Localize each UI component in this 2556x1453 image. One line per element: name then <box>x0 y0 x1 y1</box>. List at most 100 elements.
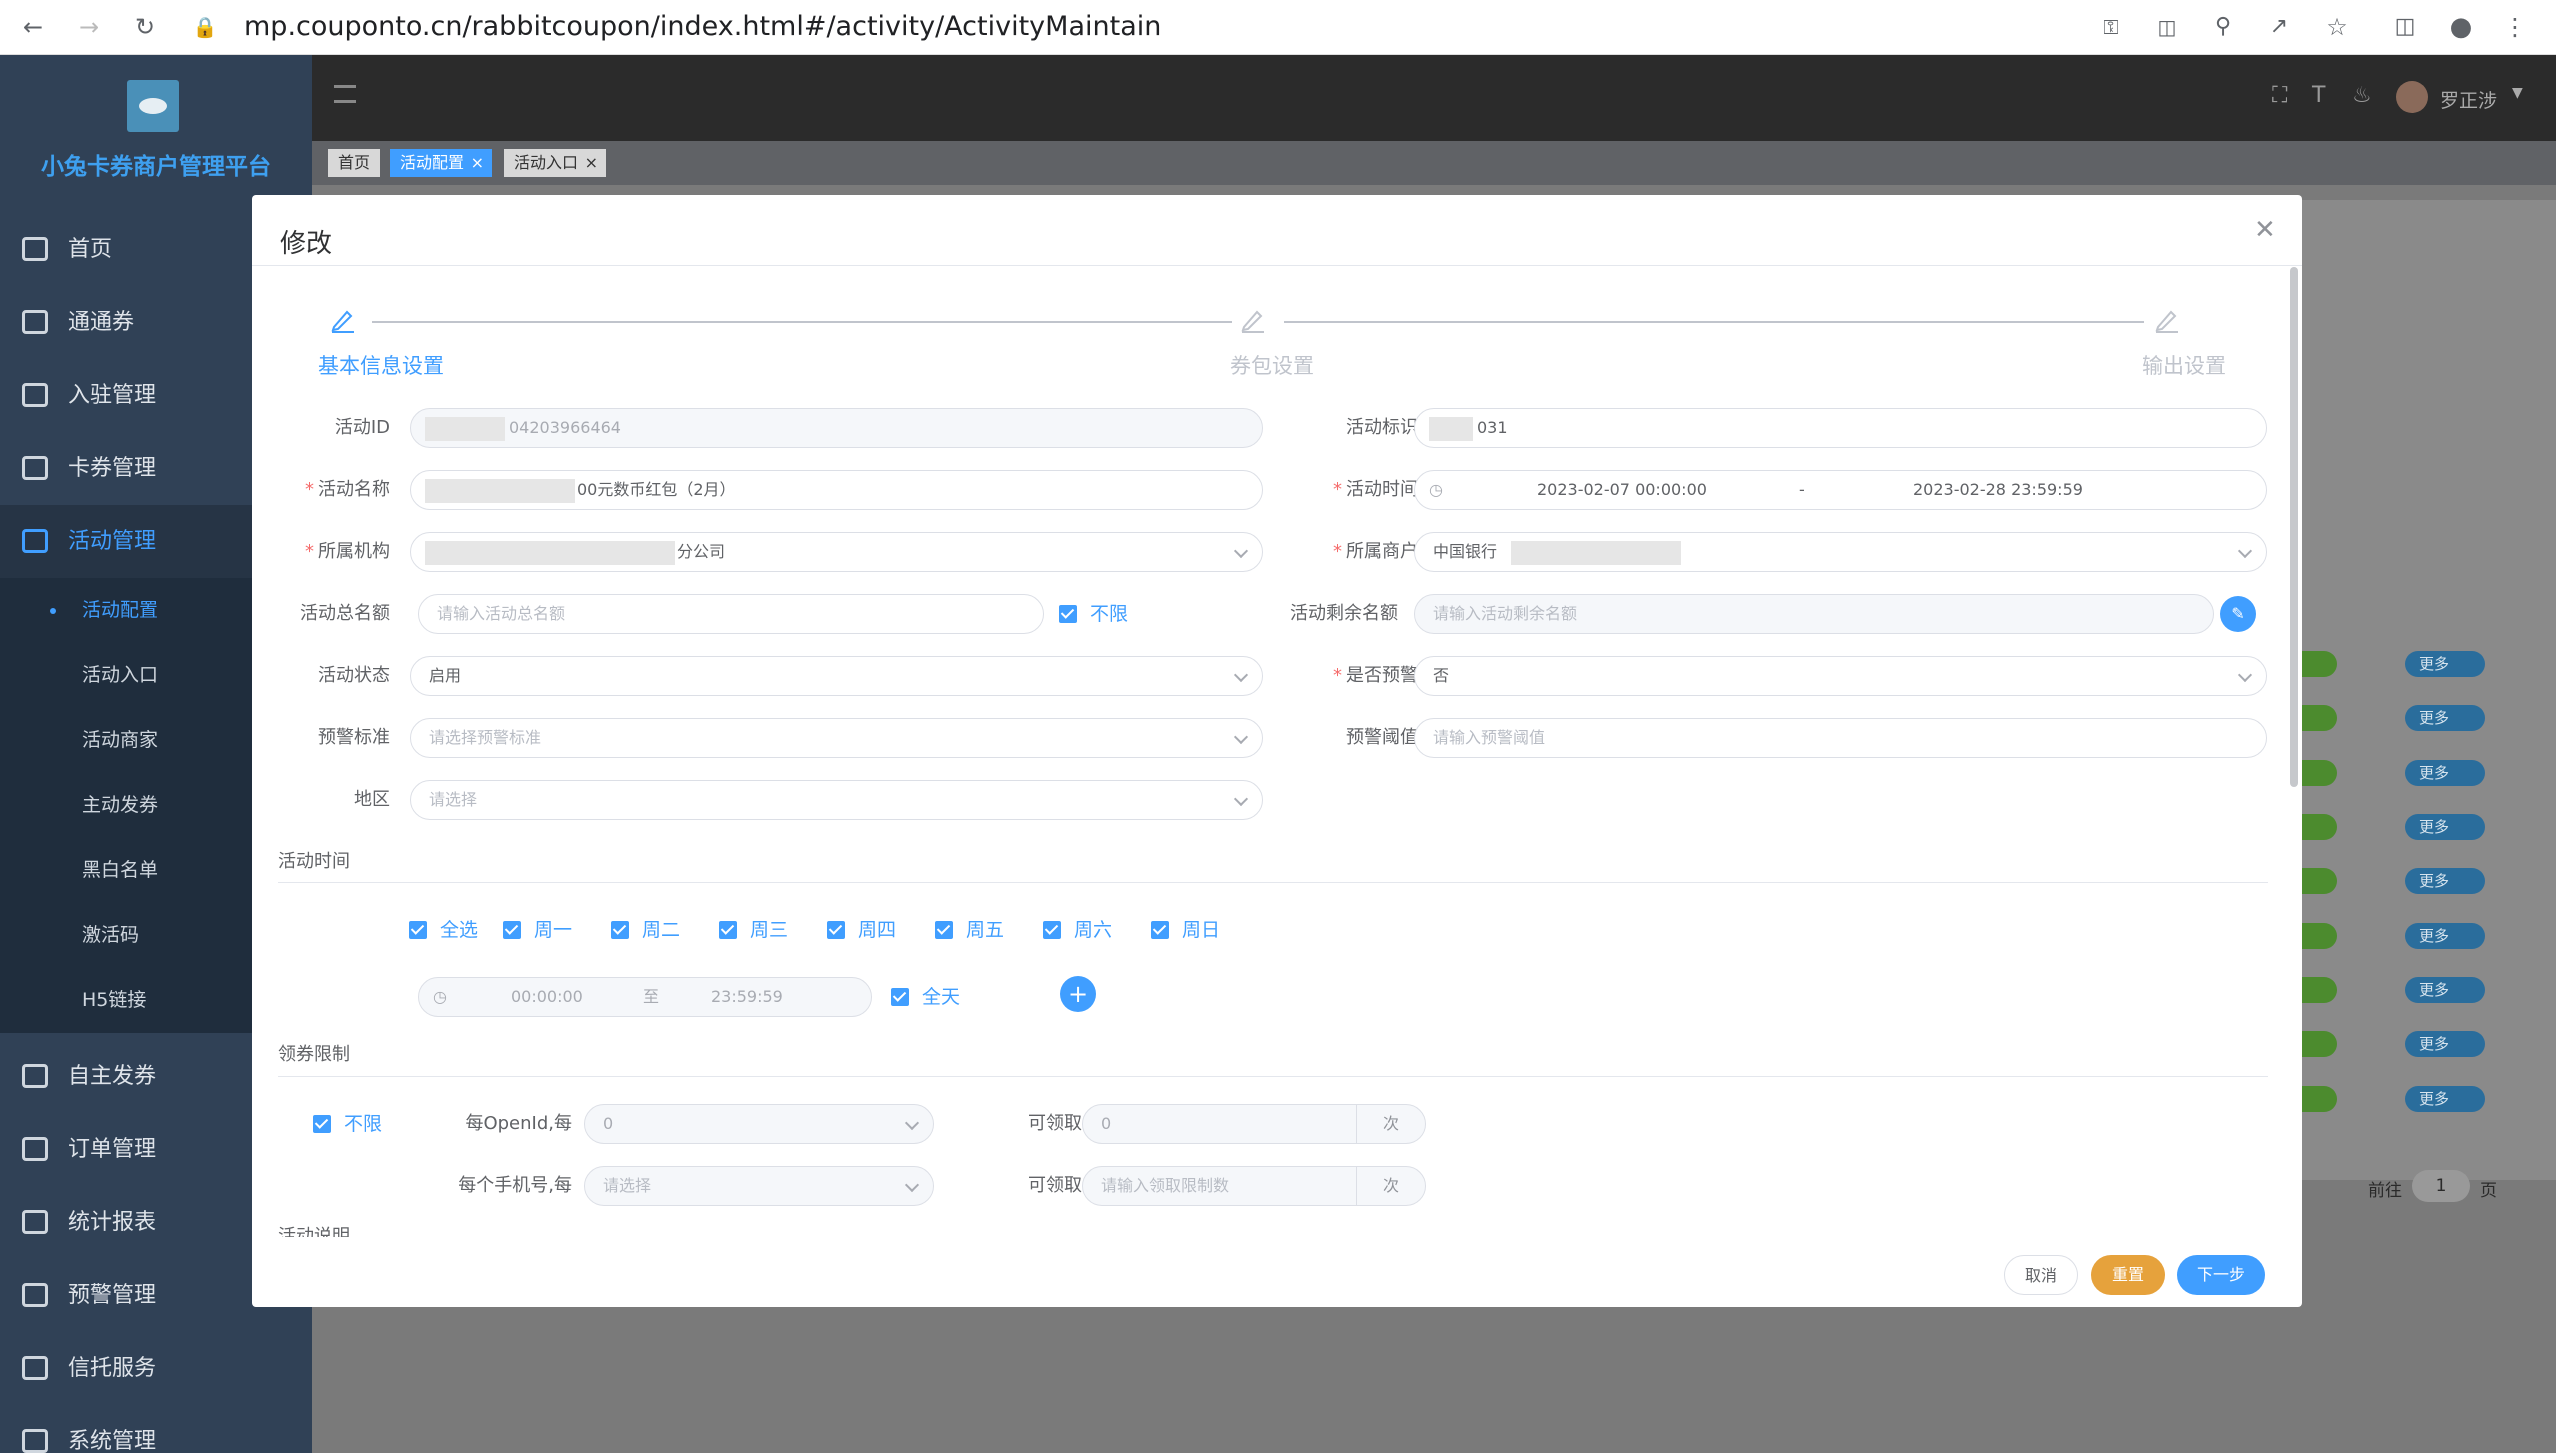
home-icon <box>22 237 48 261</box>
reset-button[interactable]: 重置 <box>2091 1255 2165 1295</box>
logo <box>127 80 179 132</box>
region-select[interactable]: 请选择 <box>410 780 1263 820</box>
bg-more-button: 更多 <box>2405 651 2485 677</box>
settings-icon <box>22 1429 48 1453</box>
bg-more-button: 更多 <box>2405 705 2485 731</box>
merchant-select[interactable]: 中国银行 <box>1414 532 2267 572</box>
reload-icon[interactable]: ↻ <box>130 12 160 42</box>
schedule-section-title: 活动时间 <box>278 851 350 872</box>
saturday-label[interactable]: 周六 <box>1074 919 1112 941</box>
org-select[interactable]: 分公司 <box>410 532 1263 572</box>
sidepanel-icon[interactable]: ◫ <box>2390 12 2420 42</box>
menu-toggle-icon[interactable] <box>334 85 356 103</box>
font-size-icon[interactable]: T <box>2312 83 2325 108</box>
fullscreen-icon[interactable]: ⛶ <box>2272 83 2287 108</box>
warning-standard-select[interactable]: 请选择预警标准 <box>410 718 1263 758</box>
activity-time-range[interactable]: ◷ 2023-02-07 00:00:00-2023-02-28 23:59:59 <box>1414 470 2267 510</box>
forward-icon[interactable]: → <box>74 12 104 42</box>
address-bar[interactable]: mp.couponto.cn/rabbitcoupon/index.html#/… <box>244 6 2144 48</box>
dialog-scrollbar[interactable] <box>2290 267 2298 787</box>
tab-home[interactable]: 首页 <box>328 149 381 177</box>
activity-time-label: * 活动时间 <box>1333 479 1418 500</box>
cancel-button[interactable]: 取消 <box>2004 1255 2078 1295</box>
close-icon[interactable]: × <box>585 149 598 177</box>
sidebar-item-system[interactable]: 系统管理 <box>0 1405 312 1453</box>
clock-icon: ◷ <box>1429 480 1443 499</box>
zoom-icon[interactable]: ⚲ <box>2208 12 2238 42</box>
warning-threshold-input[interactable]: 请输入预警阈值 <box>1414 718 2267 758</box>
all-day-label[interactable]: 全天 <box>922 986 960 1008</box>
friday-checkbox[interactable] <box>935 921 953 939</box>
warning-icon <box>22 1283 48 1307</box>
dialog-title: 修改 <box>280 229 333 259</box>
user-caret-icon[interactable]: ▼ <box>2512 85 2523 101</box>
saturday-checkbox[interactable] <box>1043 921 1061 939</box>
total-quota-input[interactable]: 请输入活动总名额 <box>418 594 1044 634</box>
select-all-label[interactable]: 全选 <box>440 919 478 941</box>
next-step-button[interactable]: 下一步 <box>2177 1255 2265 1295</box>
wednesday-label[interactable]: 周三 <box>750 919 788 941</box>
share-icon[interactable]: ↗ <box>2264 12 2294 42</box>
pencil-icon <box>330 307 356 333</box>
total-quota-label: 活动总名额 <box>300 603 390 624</box>
bg-pagination-suffix: 页 <box>2480 1181 2497 1201</box>
monday-checkbox[interactable] <box>503 921 521 939</box>
bg-pagination-page: 1 <box>2412 1170 2470 1202</box>
username[interactable]: 罗正涉 <box>2440 86 2497 113</box>
thursday-label[interactable]: 周四 <box>858 919 896 941</box>
chevron-down-icon <box>904 1115 920 1131</box>
limit-unlimited-checkbox[interactable] <box>313 1115 331 1133</box>
activity-name-field[interactable]: 00元数币红包（2月） <box>410 470 1263 510</box>
sunday-checkbox[interactable] <box>1151 921 1169 939</box>
warning-select[interactable]: 否 <box>1414 656 2267 696</box>
tuesday-label[interactable]: 周二 <box>642 919 680 941</box>
times-unit: 次 <box>1356 1104 1426 1144</box>
times-unit-2: 次 <box>1356 1166 1426 1206</box>
required-mark: * <box>305 479 314 500</box>
activity-tag-field[interactable]: 031 <box>1414 408 2267 448</box>
thursday-checkbox[interactable] <box>827 921 845 939</box>
step-coupon-package: 券包设置 <box>1230 354 1314 378</box>
wednesday-checkbox[interactable] <box>719 921 737 939</box>
add-time-button[interactable]: + <box>1060 976 1096 1012</box>
lock-icon[interactable]: 🔒 <box>190 12 220 42</box>
unlimited-label[interactable]: 不限 <box>1090 603 1128 625</box>
claim-count-input[interactable]: 0 <box>1082 1104 1372 1144</box>
phone-period-select[interactable]: 请选择 <box>584 1166 934 1206</box>
close-icon[interactable]: ✕ <box>2254 215 2276 245</box>
status-label: 活动状态 <box>318 665 390 686</box>
unlimited-checkbox[interactable] <box>1059 605 1077 623</box>
warning-standard-label: 预警标准 <box>318 727 390 748</box>
select-all-checkbox[interactable] <box>409 921 427 939</box>
browser-menu-icon[interactable]: ⋮ <box>2500 12 2530 42</box>
claim-limit-input[interactable]: 请输入领取限制数 <box>1082 1166 1372 1206</box>
tuesday-checkbox[interactable] <box>611 921 629 939</box>
daily-time-range[interactable]: ◷ 00:00:00 至 23:59:59 <box>418 977 872 1017</box>
required-mark: * <box>1333 665 1342 686</box>
monday-label[interactable]: 周一 <box>534 919 572 941</box>
bell-icon[interactable]: ♨ <box>2352 83 2372 108</box>
sunday-label[interactable]: 周日 <box>1182 919 1220 941</box>
tab-activity-config[interactable]: 活动配置 × <box>390 149 493 177</box>
key-icon[interactable]: ⚿ <box>2096 12 2126 42</box>
openid-period-select[interactable]: 0 <box>584 1104 934 1144</box>
sidebar-item-trust[interactable]: 信托服务 <box>0 1332 312 1405</box>
limit-unlimited-label[interactable]: 不限 <box>344 1113 382 1135</box>
activity-name-label: * 活动名称 <box>305 479 390 500</box>
claim-label: 可领取 <box>1028 1113 1082 1134</box>
step-output: 输出设置 <box>2142 354 2226 378</box>
status-select[interactable]: 启用 <box>410 656 1263 696</box>
avatar[interactable] <box>2396 81 2428 113</box>
chevron-down-icon <box>2237 543 2253 559</box>
translate-icon[interactable]: ◫ <box>2152 12 2182 42</box>
edit-icon[interactable]: ✎ <box>2220 596 2256 632</box>
friday-label[interactable]: 周五 <box>966 919 1004 941</box>
all-day-checkbox[interactable] <box>891 988 909 1006</box>
remaining-quota-input[interactable]: 请输入活动剩余名额 <box>1414 594 2214 634</box>
profile-icon[interactable]: ● <box>2446 12 2476 42</box>
back-icon[interactable]: ← <box>18 12 48 42</box>
close-icon[interactable]: × <box>471 149 484 177</box>
tab-activity-entrance[interactable]: 活动入口 × <box>504 149 607 177</box>
chart-icon <box>22 1210 48 1234</box>
bookmark-star-icon[interactable]: ☆ <box>2322 12 2352 42</box>
